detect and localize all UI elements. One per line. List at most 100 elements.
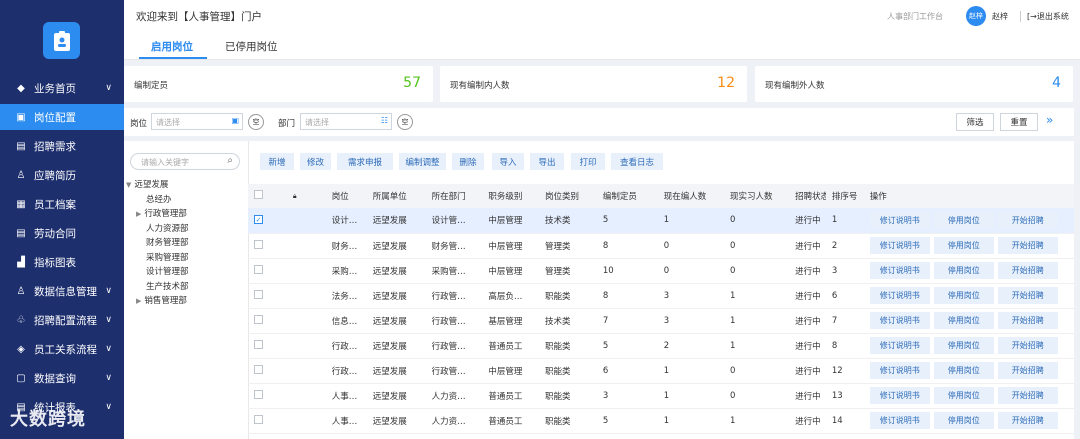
tab-disabled-positions[interactable]: 已停用岗位	[225, 39, 278, 54]
table-row[interactable]: 信息… 远望发展 行政管… 基层管理 技术类 7 3 1 进行中 7 修订说明书 停用岗位 开始招聘	[248, 308, 1074, 334]
search-icon[interactable]: ⌕	[227, 155, 233, 166]
revise-spec-button[interactable]: 修订说明书	[869, 312, 930, 329]
caret-right-icon[interactable]: ▶	[136, 297, 141, 305]
action-button[interactable]: 需求申报	[337, 153, 393, 170]
table-row[interactable]: 财务… 远望发展 财务管… 中层管理 管理类 8 0 0 进行中 2 修订说明书 停用岗位 开始招聘	[248, 233, 1074, 259]
tree-node[interactable]: 财务管理部	[146, 236, 189, 248]
revise-spec-button[interactable]: 修订说明书	[869, 211, 930, 229]
workbench-link[interactable]: 人事部门工作台	[887, 11, 943, 22]
sidebar-item[interactable]: ♙ 应聘简历	[0, 162, 124, 188]
sidebar-item[interactable]: ♧ 招聘配置流程 ∨	[0, 307, 124, 333]
action-button[interactable]: 导入	[492, 153, 524, 170]
caret-right-icon[interactable]: ▶	[136, 210, 141, 218]
stat-value: 4	[1052, 75, 1061, 91]
tree-node[interactable]: ▼ 远望发展	[126, 178, 168, 190]
disable-position-button[interactable]: 停用岗位	[933, 237, 994, 254]
sidebar-item[interactable]: ◆ 业务首页 ∨	[0, 75, 124, 101]
table-row[interactable]: 行政… 远望发展 行政管… 普通员工 职能类 5 2 1 进行中 8 修订说明书 停用岗位 开始招聘	[248, 333, 1074, 359]
tree-search-input[interactable]: 请输入关键字 ⌕	[130, 153, 240, 170]
position-select[interactable]: 请选择 ▣	[151, 113, 243, 130]
sidebar-item[interactable]: ▤ 劳动合同	[0, 220, 124, 246]
chevron-down-icon: ∨	[105, 83, 112, 93]
sidebar-item[interactable]: ▣ 岗位配置	[0, 104, 124, 130]
revise-spec-button[interactable]: 修订说明书	[869, 412, 930, 429]
sidebar-item[interactable]: ♙ 数据信息管理 ∨	[0, 278, 124, 304]
disable-position-button[interactable]: 停用岗位	[933, 312, 994, 329]
revise-spec-button[interactable]: 修订说明书	[869, 262, 930, 279]
start-recruiting-button[interactable]: 开始招聘	[997, 362, 1058, 379]
sidebar-item[interactable]: ▢ 数据查询 ∨	[0, 365, 124, 391]
revise-spec-button[interactable]: 修订说明书	[869, 237, 930, 254]
tab-active-positions[interactable]: 启用岗位	[151, 39, 193, 54]
revise-spec-button[interactable]: 修订说明书	[869, 387, 930, 404]
sidebar-item[interactable]: ▤ 招聘需求	[0, 133, 124, 159]
revise-spec-button[interactable]: 修订说明书	[869, 337, 930, 354]
start-recruiting-button[interactable]: 开始招聘	[997, 237, 1058, 254]
table-row[interactable]: 法务… 远望发展 行政管… 高层负… 职能类 8 3 1 进行中 6 修订说明书 停用岗位 开始招聘	[248, 283, 1074, 309]
sidebar-item[interactable]: ▟ 指标图表	[0, 249, 124, 275]
row-checkbox[interactable]	[254, 389, 263, 399]
tree-node[interactable]: 人力资源部	[146, 222, 189, 234]
filter-button[interactable]: 筛选	[956, 113, 994, 131]
action-button[interactable]: 修改	[300, 153, 331, 170]
table-cell: 3	[596, 383, 658, 409]
start-recruiting-button[interactable]: 开始招聘	[997, 287, 1058, 304]
sidebar-item[interactable]: ◈ 员工关系流程 ∨	[0, 336, 124, 362]
start-recruiting-button[interactable]: 开始招聘	[997, 412, 1058, 429]
disable-position-button[interactable]: 停用岗位	[933, 287, 994, 304]
disable-position-button[interactable]: 停用岗位	[933, 412, 994, 429]
start-recruiting-button[interactable]: 开始招聘	[997, 337, 1058, 354]
disable-position-button[interactable]: 停用岗位	[933, 337, 994, 354]
sidebar-item[interactable]: ▦ 员工档案	[0, 191, 124, 217]
table-row[interactable]: 采购… 远望发展 采购管… 中层管理 管理类 10 0 0 进行中 3 修订说明书 停用岗位 开始招聘	[248, 258, 1074, 284]
disable-position-button[interactable]: 停用岗位	[933, 362, 994, 379]
dept-select[interactable]: 请选择 ☷	[300, 113, 392, 130]
start-recruiting-button[interactable]: 开始招聘	[997, 312, 1058, 329]
action-button[interactable]: 导出	[530, 153, 564, 170]
disable-position-button[interactable]: 停用岗位	[933, 387, 994, 404]
row-checkbox[interactable]: ✓	[254, 215, 263, 225]
tree-node[interactable]: ▶ 销售管理部	[136, 294, 187, 306]
row-checkbox[interactable]	[254, 414, 263, 424]
revise-spec-button[interactable]: 修订说明书	[869, 362, 930, 379]
row-checkbox[interactable]	[254, 314, 263, 324]
row-checkbox[interactable]	[254, 339, 263, 349]
caret-down-icon[interactable]: ▼	[126, 181, 131, 189]
action-button[interactable]: 新增	[260, 153, 294, 170]
dept-clear-button[interactable]: 空	[397, 114, 413, 130]
disable-position-button[interactable]: 停用岗位	[933, 262, 994, 279]
table-row[interactable]: ✓ 设计… 远望发展 设计管… 中层管理 技术类 5 1 0 进行中 1 修订说明书 停用岗位 开始招聘	[248, 208, 1074, 234]
app-logo-icon[interactable]	[43, 22, 80, 59]
tree-node[interactable]: 生产技术部	[146, 280, 189, 292]
action-button[interactable]: 查看日志	[611, 153, 663, 170]
revise-spec-button[interactable]: 修订说明书	[869, 287, 930, 304]
start-recruiting-button[interactable]: 开始招聘	[997, 211, 1058, 229]
expand-icon[interactable]: »	[1046, 113, 1053, 127]
tree-node[interactable]: 总经办	[146, 193, 172, 205]
start-recruiting-button[interactable]: 开始招聘	[997, 262, 1058, 279]
table-row[interactable]: 人事… 远望发展 人力资… 普通员工 职能类 5 1 1 进行中 14 修订说明书 停用岗位 开始招聘	[248, 408, 1074, 434]
action-button[interactable]: 删除	[452, 153, 484, 170]
tree-node[interactable]: ▶ 行政管理部	[136, 207, 187, 219]
logout-button[interactable]: [→退出系统	[1020, 11, 1069, 22]
tree-node[interactable]: 采购管理部	[146, 251, 189, 263]
table-cell: 进行中	[789, 333, 826, 359]
table-cell: 管理类	[539, 233, 597, 259]
action-button[interactable]: 编制调整	[399, 153, 446, 170]
row-checkbox[interactable]	[254, 364, 263, 374]
lock-cell	[286, 233, 326, 259]
disable-position-button[interactable]: 停用岗位	[933, 211, 994, 229]
row-checkbox[interactable]	[254, 289, 263, 299]
row-checkbox[interactable]	[254, 239, 263, 249]
table-row[interactable]: 人事… 远望发展 人力资… 普通员工 职能类 3 1 0 进行中 13 修订说明书 停用岗位 开始招聘	[248, 383, 1074, 409]
select-all-checkbox[interactable]	[254, 190, 263, 199]
start-recruiting-button[interactable]: 开始招聘	[997, 387, 1058, 404]
position-clear-button[interactable]: 空	[248, 114, 264, 130]
avatar[interactable]: 赵梓	[966, 6, 986, 26]
tree-node[interactable]: 设计管理部	[146, 265, 189, 277]
table-cell: 采购…	[325, 258, 367, 284]
reset-button[interactable]: 重置	[1000, 113, 1038, 131]
row-checkbox[interactable]	[254, 264, 263, 274]
table-row[interactable]: 行政… 远望发展 行政管… 中层管理 职能类 6 1 0 进行中 12 修订说明书 停用岗位 开始招聘	[248, 358, 1074, 384]
action-button[interactable]: 打印	[571, 153, 605, 170]
